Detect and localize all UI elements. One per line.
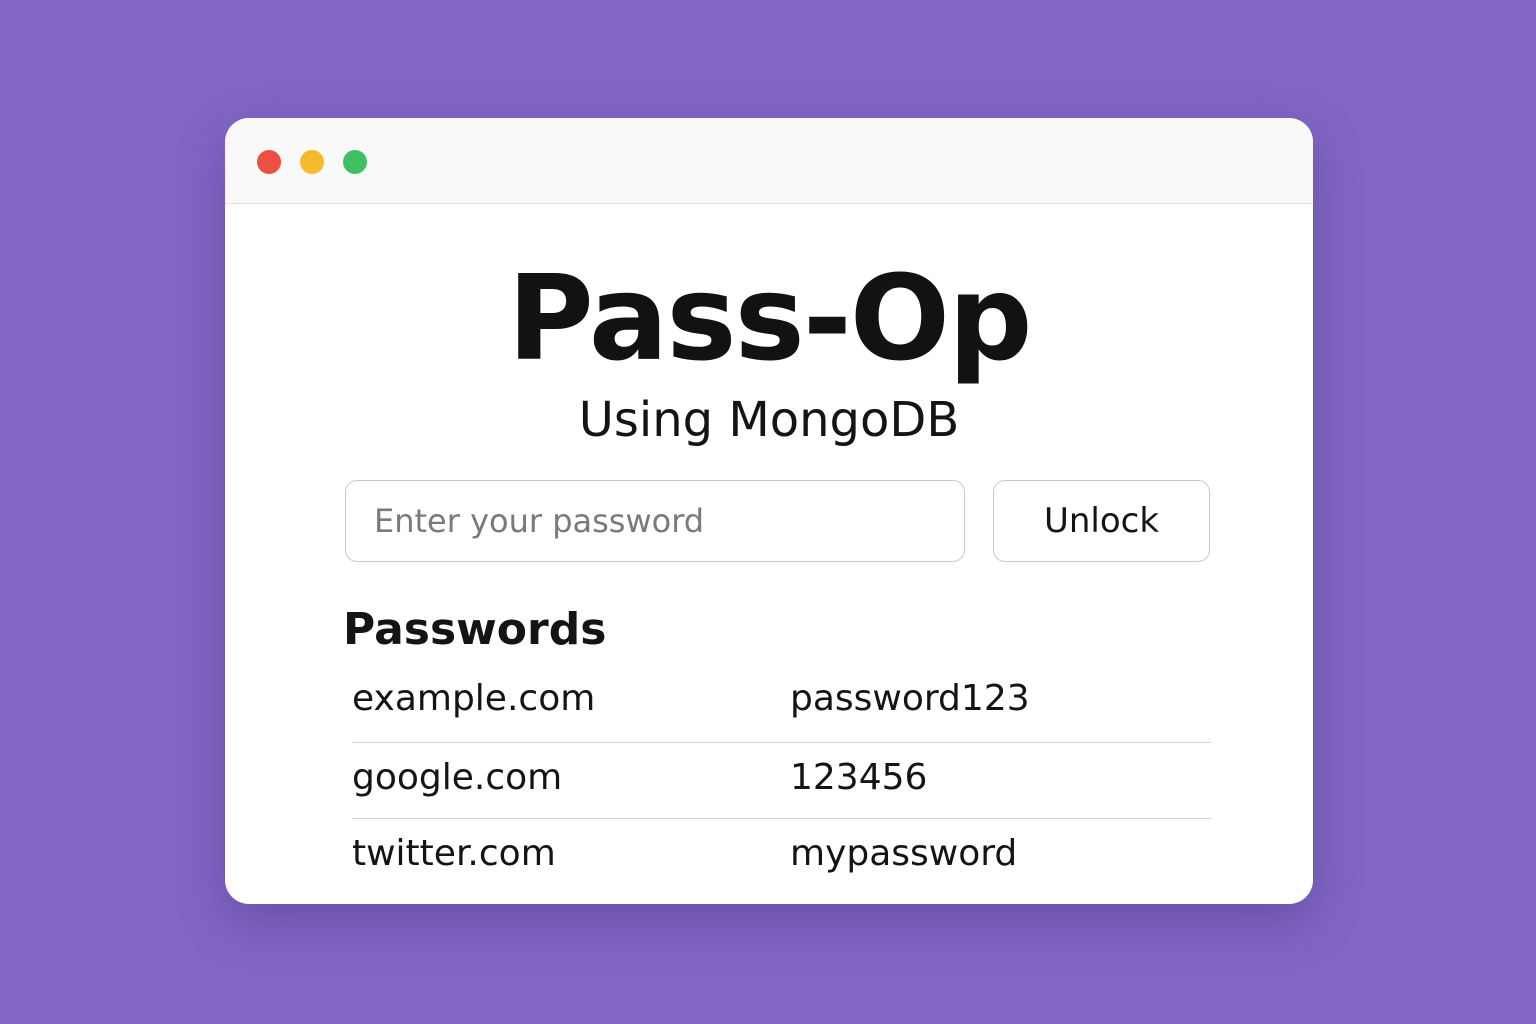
app-title: Pass-Op: [507, 249, 1032, 387]
app-window: Pass-Op Using MongoDB Unlock Passwords e…: [225, 118, 1313, 904]
maximize-window-button[interactable]: [343, 150, 367, 174]
window-titlebar: [225, 118, 1313, 204]
site-password: 123456: [790, 757, 928, 798]
site-password: mypassword: [790, 833, 1018, 874]
site-password: password123: [790, 678, 1030, 719]
site-name: example.com: [352, 678, 596, 719]
password-row: twitter.com mypassword: [352, 818, 1211, 894]
site-name: twitter.com: [352, 833, 556, 874]
minimize-window-button[interactable]: [300, 150, 324, 174]
password-row: example.com password123: [352, 666, 1211, 742]
unlock-button[interactable]: Unlock: [993, 480, 1210, 562]
password-row: google.com 123456: [352, 742, 1211, 818]
app-subtitle: Using MongoDB: [578, 392, 960, 448]
password-list: example.com password123 google.com 12345…: [352, 666, 1211, 894]
close-window-button[interactable]: [257, 150, 281, 174]
passwords-heading: Passwords: [343, 604, 607, 655]
site-name: google.com: [352, 757, 563, 798]
password-input[interactable]: [345, 480, 965, 562]
